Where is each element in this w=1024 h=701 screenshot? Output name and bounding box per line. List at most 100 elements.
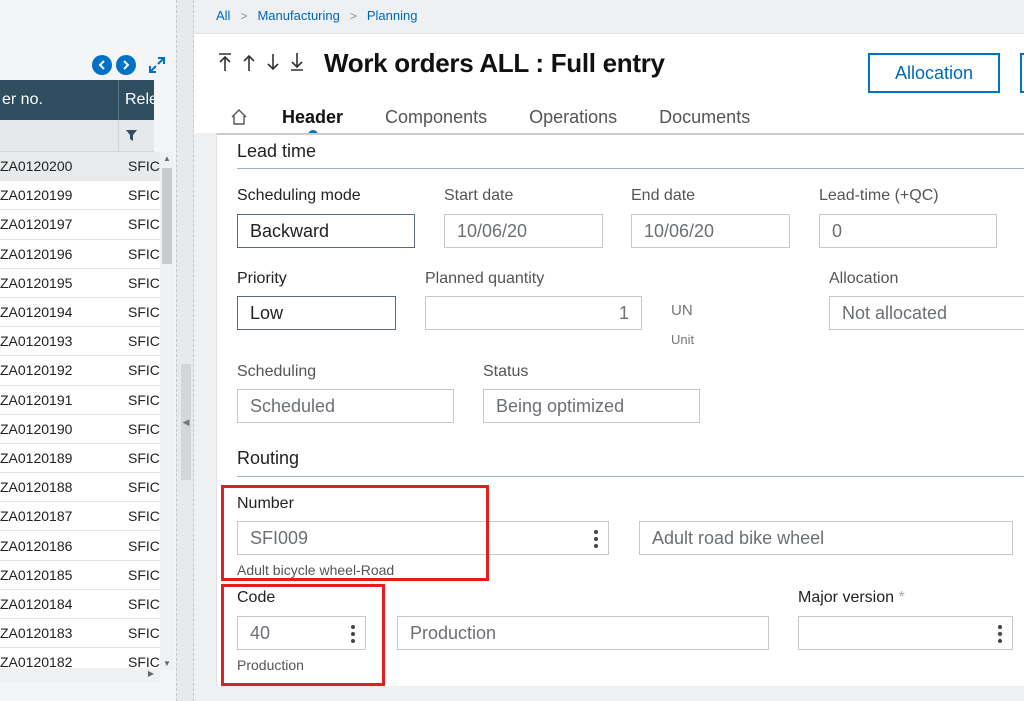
collapse-left-icon: ◀ (182, 416, 190, 427)
previous-button[interactable] (92, 55, 112, 75)
list-horizontal-scrollbar[interactable]: ▶ (0, 668, 160, 682)
order-number-cell: ZA0120188 (0, 479, 73, 496)
scheduling-mode-label: Scheduling mode (237, 187, 361, 204)
column-header-order-no[interactable]: er no. (0, 91, 118, 109)
filter-cell-release[interactable] (118, 120, 154, 151)
collapse-panel-handle[interactable]: ◀ (181, 364, 191, 480)
list-nav-controls (92, 54, 166, 76)
list-item[interactable]: ZA0120188 SFIC (0, 473, 160, 503)
page-title: Work orders ALL : Full entry (324, 48, 665, 78)
end-date-label: End date (631, 187, 696, 204)
last-record-icon[interactable] (290, 52, 304, 72)
scrollbar-thumb[interactable] (162, 168, 172, 264)
list-item[interactable]: ZA0120199 SFIC (0, 181, 160, 211)
release-cell: SFIC (128, 304, 160, 321)
release-cell: SFIC (128, 187, 160, 204)
next-record-icon[interactable] (266, 52, 280, 72)
highlight-box-number (221, 485, 489, 581)
release-cell: SFIC (128, 245, 160, 262)
priority-field[interactable]: Low (237, 296, 396, 330)
breadcrumb-all[interactable]: All (216, 8, 230, 23)
release-cell: SFIC (128, 216, 160, 233)
previous-record-icon[interactable] (242, 52, 256, 72)
list-item[interactable]: ZA0120185 SFIC (0, 560, 160, 590)
section-title-routing: Routing (237, 448, 300, 468)
page-header: Work orders ALL : Full entry Allocation … (194, 33, 1024, 140)
list-item[interactable]: ZA0120182 SFIC (0, 648, 160, 668)
routing-code-description-field: Production (397, 616, 769, 650)
release-cell: SFIC (128, 566, 160, 583)
column-header-release[interactable]: Rele (118, 80, 154, 120)
order-number-cell: ZA0120183 (0, 625, 73, 642)
order-number-cell: ZA0120199 (0, 187, 73, 204)
breadcrumb-manufacturing[interactable]: Manufacturing (257, 8, 339, 23)
list-item[interactable]: ZA0120196 SFIC (0, 239, 160, 269)
expand-icon[interactable] (148, 56, 166, 74)
priority-label: Priority (237, 270, 287, 287)
next-action-button[interactable] (1020, 53, 1024, 93)
filter-cell-order[interactable] (0, 120, 118, 151)
list-item[interactable]: ZA0120194 SFIC (0, 297, 160, 328)
major-version-field[interactable] (798, 616, 1013, 650)
order-number-cell: ZA0120185 (0, 566, 73, 583)
release-cell: SFIC (128, 420, 160, 437)
scroll-up-icon[interactable]: ▲ (163, 154, 171, 163)
list-item[interactable]: ZA0120186 SFIC (0, 531, 160, 561)
list-item[interactable]: ZA0120197 SFIC (0, 210, 160, 240)
filter-icon[interactable] (125, 129, 138, 142)
breadcrumb: All > Manufacturing > Planning (216, 8, 417, 23)
order-number-cell: ZA0120182 (0, 654, 73, 668)
scroll-down-icon[interactable]: ▼ (163, 659, 171, 668)
list-item[interactable]: ZA0120183 SFIC (0, 619, 160, 649)
next-button[interactable] (116, 55, 136, 75)
order-number-cell: ZA0120186 (0, 537, 73, 554)
start-date-label: Start date (444, 187, 514, 204)
list-item[interactable]: ZA0120191 SFIC (0, 385, 160, 415)
breadcrumb-planning[interactable]: Planning (367, 8, 418, 23)
list-item[interactable]: ZA0120189 SFIC (0, 443, 160, 474)
order-number-cell: ZA0120197 (0, 216, 73, 233)
allocation-field: Not allocated (829, 296, 1024, 330)
release-cell: SFIC (128, 625, 160, 642)
panel-splitter[interactable]: ◀ (176, 0, 194, 701)
release-cell: SFIC (128, 158, 160, 175)
list-item[interactable]: ZA0120187 SFIC (0, 502, 160, 532)
list-vertical-scrollbar[interactable]: ▲ ▼ (160, 152, 174, 670)
tab-documents[interactable]: Documents (659, 107, 750, 128)
first-record-icon[interactable] (218, 52, 232, 72)
allocation-button[interactable]: Allocation (868, 53, 1000, 93)
tab-components[interactable]: Components (385, 107, 487, 128)
list-item[interactable]: ZA0120195 SFIC (0, 268, 160, 298)
list-item[interactable]: ZA0120184 SFIC (0, 589, 160, 619)
order-number-cell: ZA0120184 (0, 595, 73, 612)
chevron-left-icon (98, 60, 105, 70)
order-number-cell: ZA0120194 (0, 304, 73, 321)
section-title-lead-time: Lead time (237, 141, 317, 161)
release-cell: SFIC (128, 274, 160, 291)
release-cell: SFIC (128, 391, 160, 408)
scheduling-field: Scheduled (237, 389, 454, 423)
scroll-right-icon[interactable]: ▶ (148, 669, 154, 678)
list-item[interactable]: ZA0120192 SFIC (0, 356, 160, 386)
release-cell: SFIC (128, 595, 160, 612)
more-options-icon[interactable] (594, 530, 598, 548)
order-number-cell: ZA0120193 (0, 333, 73, 350)
list-item[interactable]: ZA0120193 SFIC (0, 327, 160, 357)
list-item[interactable]: ZA0120190 SFIC (0, 414, 160, 444)
allocation-label: Allocation (829, 270, 899, 287)
scheduling-mode-field[interactable]: Backward (237, 214, 415, 248)
home-icon[interactable] (230, 108, 248, 126)
lead-time-field: 0 (819, 214, 997, 248)
order-number-cell: ZA0120195 (0, 274, 73, 291)
order-number-cell: ZA0120190 (0, 420, 73, 437)
tab-operations[interactable]: Operations (529, 107, 617, 128)
more-options-icon[interactable] (998, 625, 1002, 643)
release-cell: SFIC (128, 333, 160, 350)
mandatory-asterisk: * (898, 589, 905, 606)
list-item[interactable]: ZA0120200 SFIC (0, 152, 160, 182)
tab-header[interactable]: Header (282, 107, 343, 140)
record-navigation (218, 52, 304, 72)
order-number-cell: ZA0120189 (0, 449, 73, 466)
start-date-field: 10/06/20 (444, 214, 603, 248)
highlight-box-code (221, 584, 385, 686)
